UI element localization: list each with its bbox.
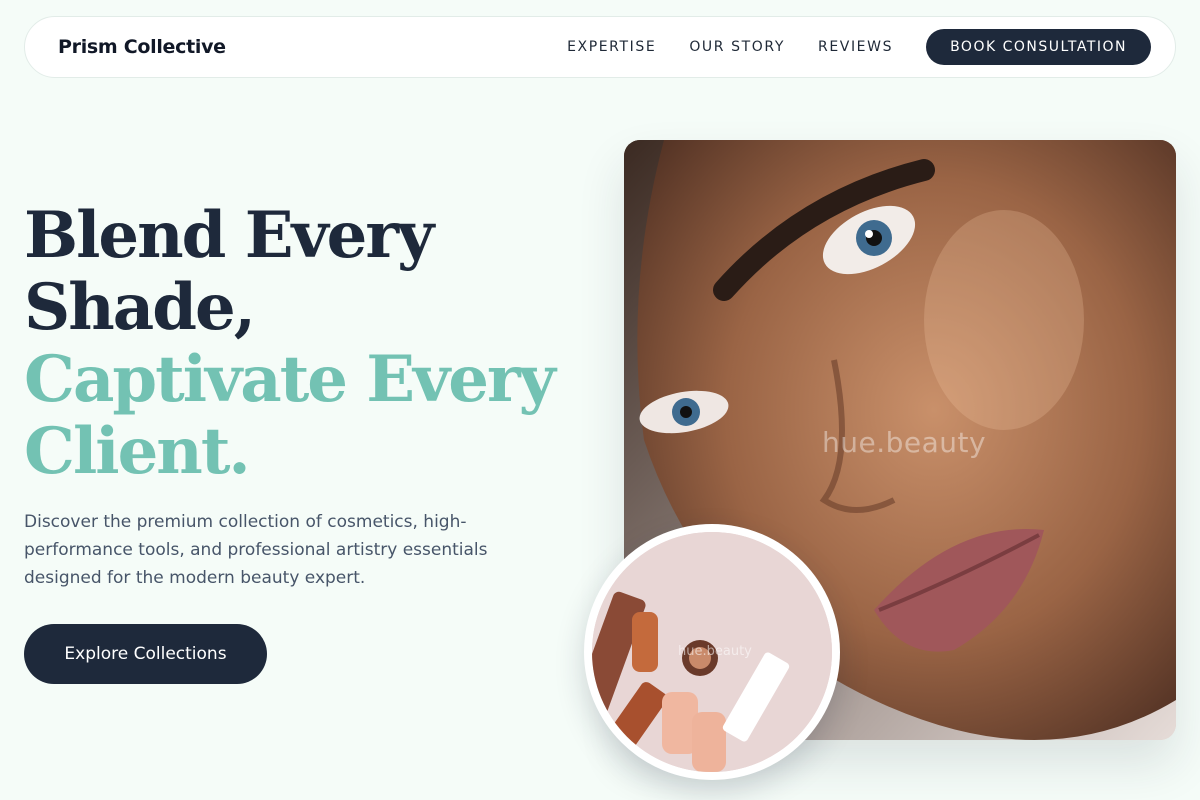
- nav-link-our-story[interactable]: OUR STORY: [689, 39, 785, 55]
- nav-links: EXPERTISE OUR STORY REVIEWS BOOK CONSULT…: [567, 29, 1151, 65]
- hero-title-line-2: Shade,: [24, 270, 256, 345]
- hero-title: Blend Every Shade, Captivate Every Clien…: [24, 198, 556, 489]
- inset-watermark: hue.beauty: [678, 644, 752, 659]
- book-consultation-button[interactable]: BOOK CONSULTATION: [926, 29, 1151, 65]
- hero-description: Discover the premium collection of cosme…: [24, 512, 488, 588]
- nav-link-expertise[interactable]: EXPERTISE: [567, 39, 656, 55]
- nav-link-reviews[interactable]: REVIEWS: [818, 39, 893, 55]
- image-watermark: hue.beauty: [822, 426, 987, 459]
- product-inset-image: hue.beauty: [584, 524, 840, 780]
- hero-title-line-1: Blend Every: [24, 198, 434, 273]
- navbar: Prism Collective EXPERTISE OUR STORY REV…: [24, 16, 1176, 78]
- hero-title-line-3: Captivate Every: [24, 342, 556, 417]
- brand-logo[interactable]: Prism Collective: [58, 36, 226, 58]
- hero-title-line-4: Client.: [24, 414, 251, 489]
- explore-collections-button[interactable]: Explore Collections: [24, 624, 267, 684]
- product-inset-frame: hue.beauty: [592, 532, 832, 772]
